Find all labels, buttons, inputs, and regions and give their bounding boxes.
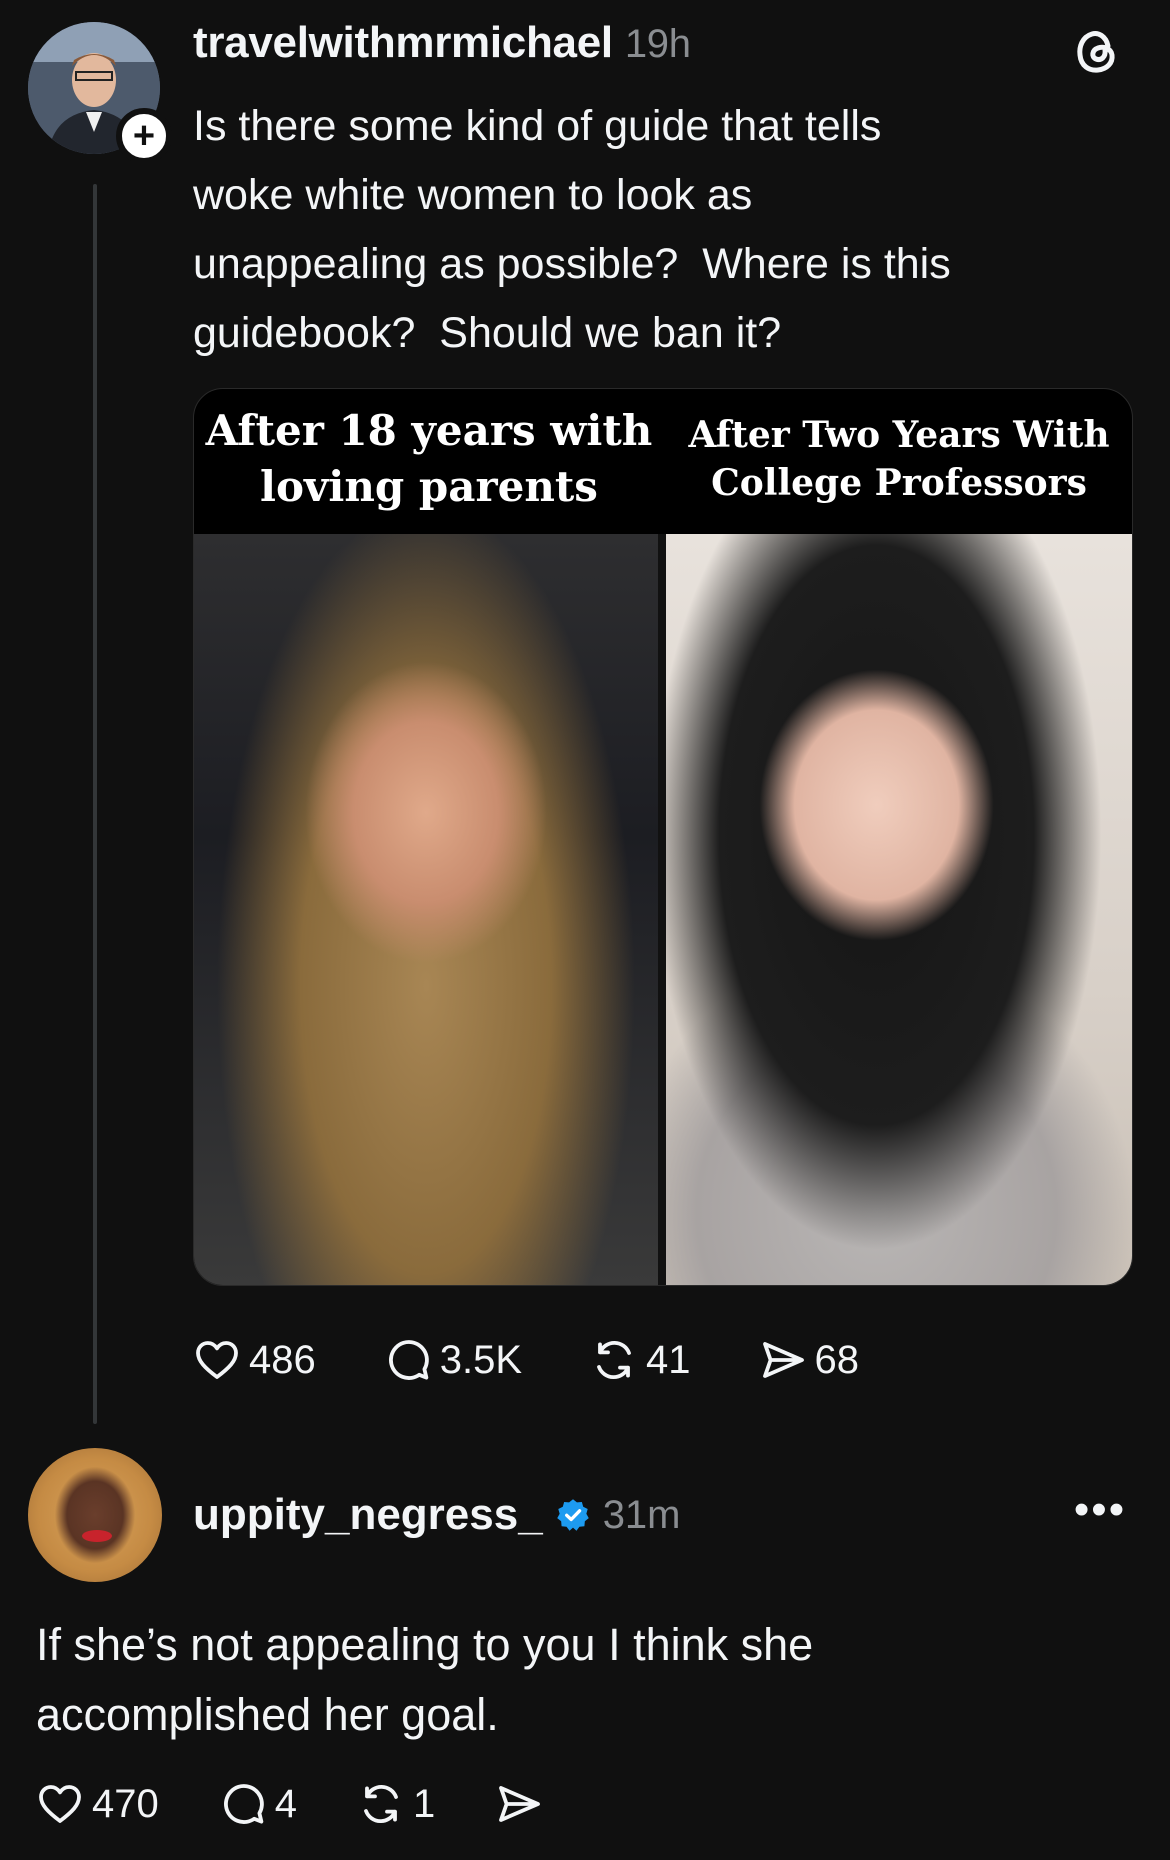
comment-icon [223, 1784, 264, 1824]
like-button[interactable]: 486 [193, 1336, 316, 1384]
more-options-icon[interactable]: ••• [1070, 1488, 1130, 1532]
photo-right [666, 534, 1132, 1285]
reply-header: uppity_negress_ 31m [193, 1490, 681, 1540]
comment-button[interactable]: 3.5K [384, 1336, 522, 1384]
comment-icon [388, 1340, 429, 1380]
reply-body: If she’s not appealing to you I think sh… [36, 1619, 814, 1740]
post-time: 19h [624, 22, 691, 66]
repost-button[interactable]: 41 [590, 1336, 691, 1384]
repost-icon [364, 1784, 398, 1824]
reply-avatar-detail [82, 1530, 112, 1542]
repost-icon [597, 1340, 631, 1380]
share-icon [762, 1342, 804, 1378]
post-header: travelwithmrmichael 19h [193, 18, 691, 68]
reply-repost-button[interactable]: 1 [357, 1780, 435, 1828]
photo-left [194, 534, 658, 1285]
image-caption-right: After Two Years With College Professors [688, 414, 1110, 504]
post-body: Is there some kind of guide that tells w… [193, 102, 951, 357]
author-username[interactable]: travelwithmrmichael [193, 18, 613, 67]
reply-like-button[interactable]: 470 [36, 1780, 159, 1828]
reply-repost-count: 1 [413, 1781, 436, 1826]
reply-comment-count: 4 [274, 1781, 297, 1826]
reply-share-button[interactable] [495, 1780, 543, 1828]
reply-like-count: 470 [92, 1781, 159, 1826]
reply-action-bar: 470 4 1 [36, 1780, 611, 1828]
heart-icon [39, 1785, 81, 1823]
repost-count: 41 [646, 1337, 691, 1382]
comment-count: 3.5K [439, 1337, 523, 1382]
thread-connector-line [93, 184, 97, 1424]
like-count: 486 [249, 1337, 316, 1382]
threads-screen: + travelwithmrmichael 19h Is there some k… [0, 0, 1170, 1860]
threads-logo-glyph [1077, 31, 1115, 73]
share-button[interactable]: 68 [759, 1336, 860, 1384]
share-count: 68 [814, 1337, 860, 1382]
reply-comment-button[interactable]: 4 [219, 1780, 297, 1828]
verified-badge-icon [556, 1499, 589, 1531]
image-caption-left: After 18 years with loving parents [205, 406, 653, 511]
share-icon [499, 1786, 541, 1822]
image-divider [658, 534, 666, 1285]
reply-time: 31m [602, 1492, 681, 1537]
heart-icon [196, 1341, 238, 1379]
reply-avatar[interactable] [28, 1448, 162, 1582]
threads-logo-icon[interactable] [1070, 24, 1124, 78]
post-action-bar: 486 3.5K 41 68 [193, 1336, 927, 1384]
post-image[interactable]: After 18 years with loving parents After… [193, 388, 1133, 1286]
reply-username[interactable]: uppity_negress_ [193, 1490, 543, 1540]
follow-plus-icon[interactable]: + [116, 108, 172, 164]
